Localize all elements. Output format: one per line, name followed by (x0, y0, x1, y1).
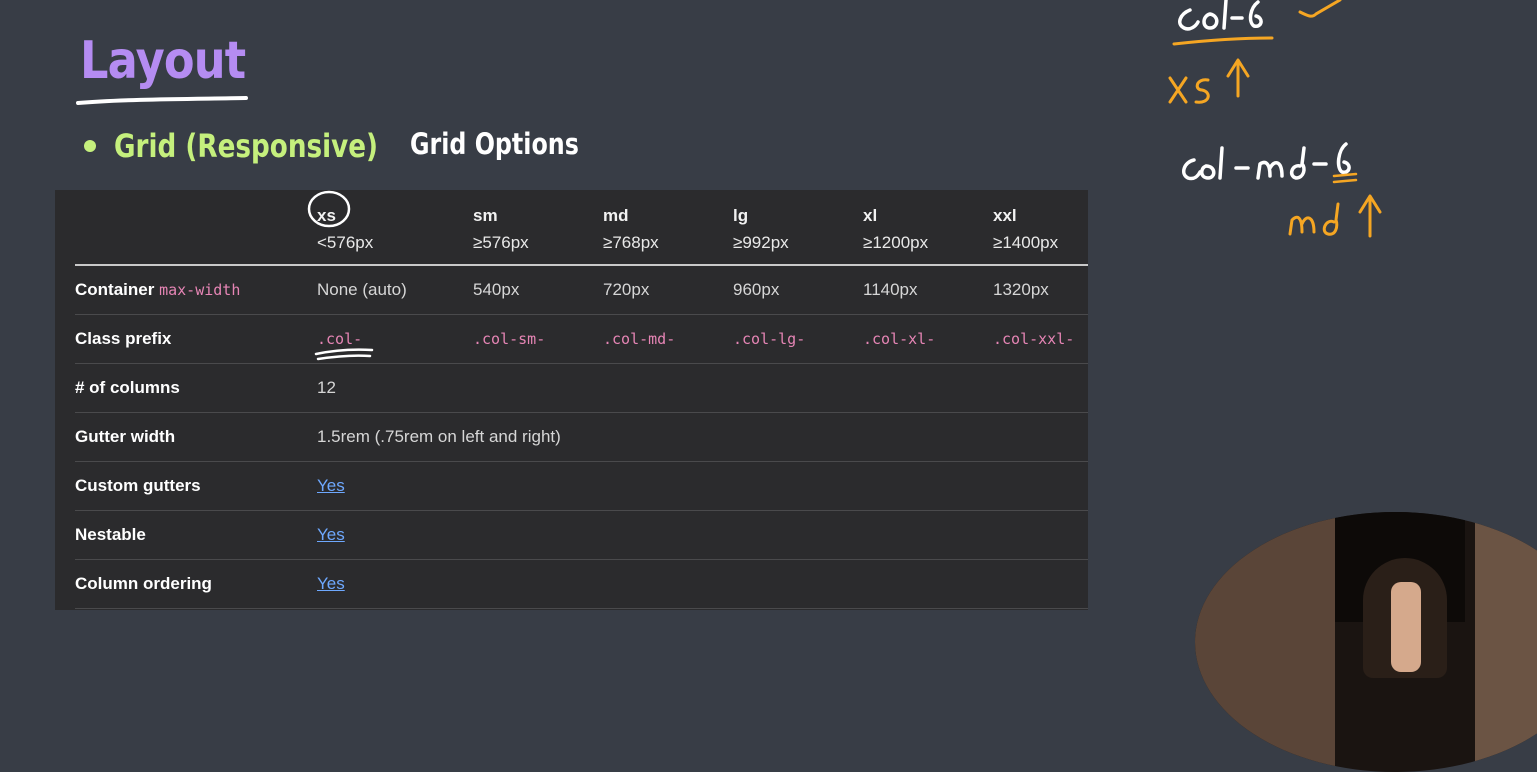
presenter-webcam (1195, 512, 1537, 772)
note-col-md-6 (1182, 142, 1351, 181)
note-xs (1168, 58, 1250, 104)
xs-circle-mark (307, 190, 351, 228)
col-underline-mark (314, 348, 374, 361)
note-md (1288, 194, 1382, 238)
note-col-6 (1178, 0, 1263, 31)
checkmark-mark (1298, 0, 1342, 18)
double-underline-mark (1332, 172, 1358, 184)
note-col-6-underline (1172, 36, 1274, 46)
